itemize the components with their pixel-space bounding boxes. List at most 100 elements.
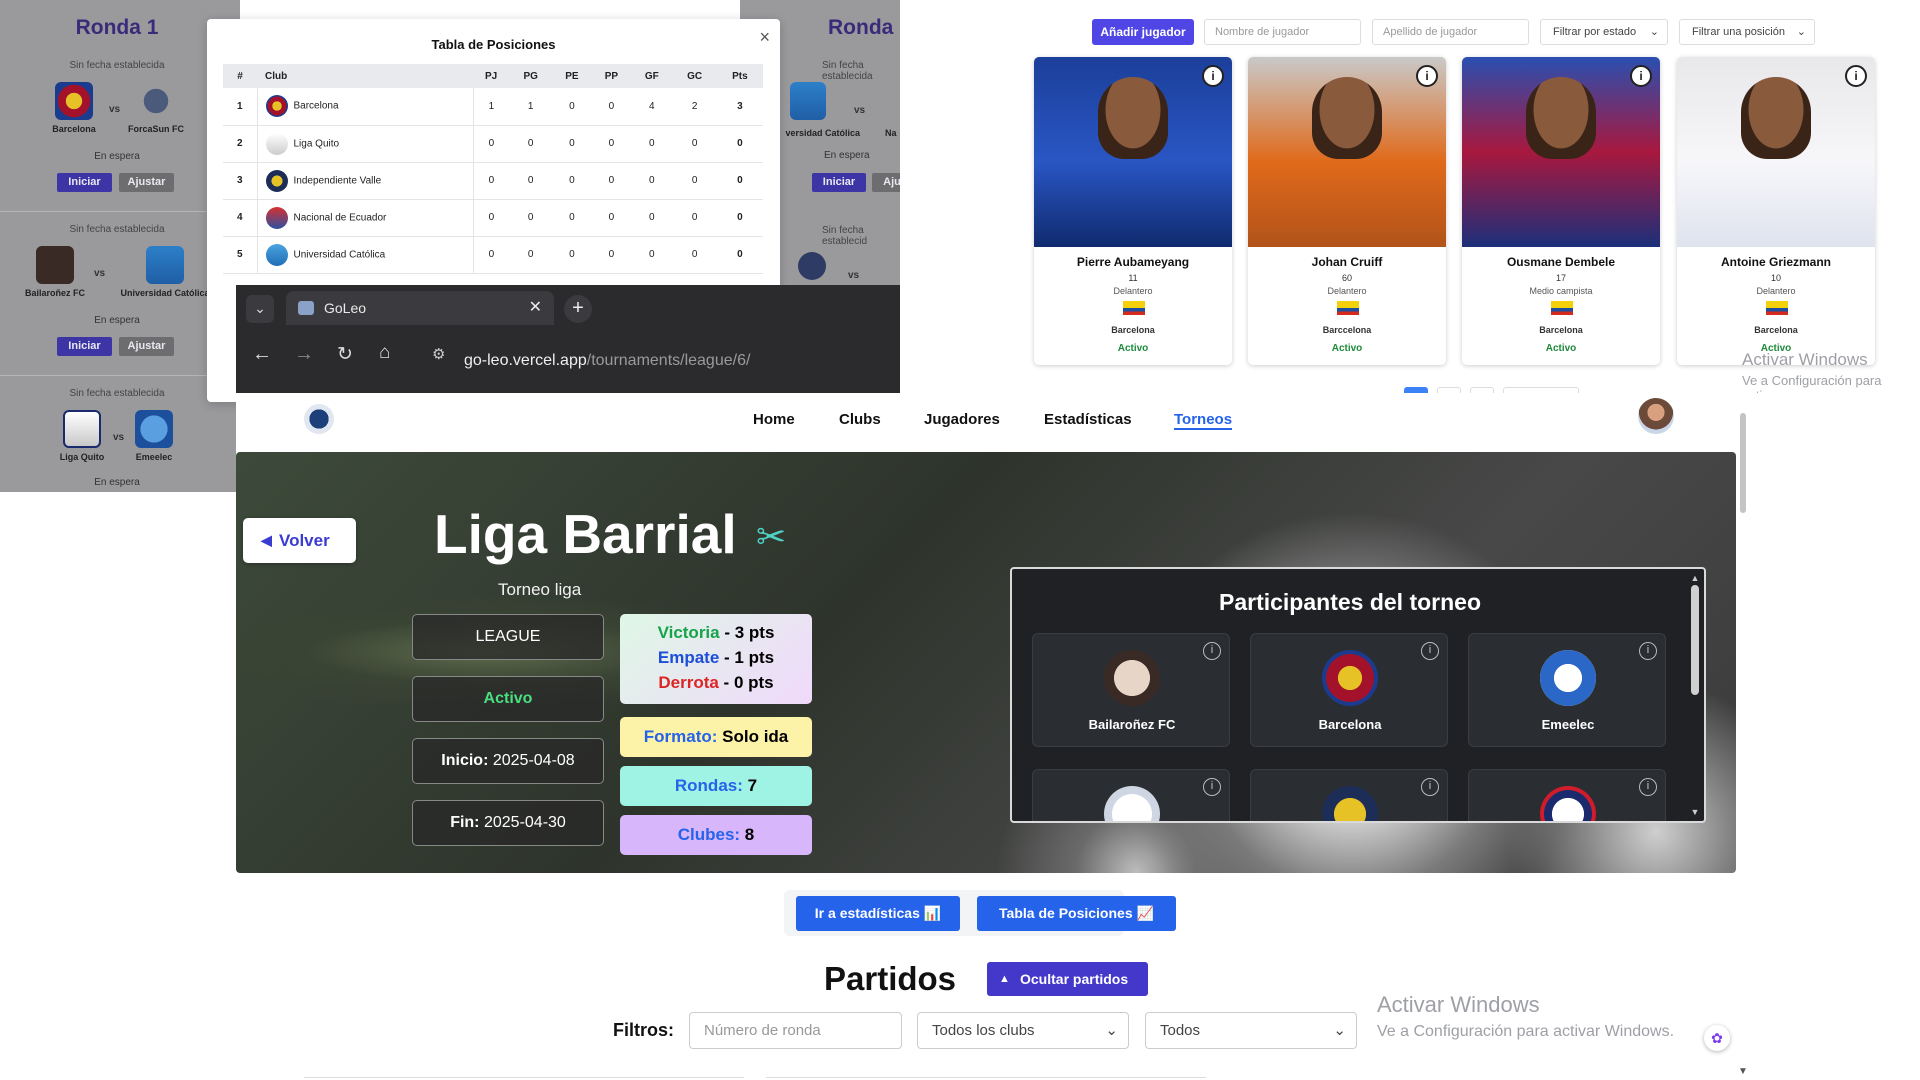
clubs-filter-select[interactable]: Todos los clubs ⌄ [917, 1012, 1129, 1049]
table-row: 2 Liga Quito 0 0 0 0 0 0 0 [223, 125, 763, 163]
pj-cell: 1 [473, 88, 510, 126]
scroll-down-icon[interactable]: ▼ [1690, 807, 1700, 817]
round-number-input[interactable]: Número de ronda [689, 1012, 902, 1049]
position-filter-select[interactable]: Filtrar una posición ⌄ [1679, 19, 1815, 45]
participant-card[interactable]: i Emeelec [1468, 633, 1666, 747]
players-panel: Añadir jugador Nombre de jugador Apellid… [900, 0, 1920, 414]
nav-clubs[interactable]: Clubs [839, 411, 881, 428]
nav-estadisticas[interactable]: Estadísticas [1044, 411, 1132, 428]
participant-card[interactable]: i [1468, 769, 1666, 821]
universidad-catolica-crest-icon [790, 82, 826, 120]
player-card[interactable]: i Antoine Griezmann 10 Delantero Barcelona Ac… [1677, 57, 1875, 365]
participant-card[interactable]: i Barcelona [1250, 633, 1448, 747]
points-chip: Victoria - 3 pts Empate - 1 pts Derrota … [620, 614, 812, 704]
info-icon[interactable]: i [1202, 65, 1224, 87]
user-avatar[interactable] [1638, 398, 1674, 434]
participants-panel: Participantes del torneo i Bailaroñez FC i… [1010, 567, 1706, 823]
points-loss: Derrota - 0 pts [620, 670, 812, 695]
close-tab-icon[interactable]: ✕ [529, 291, 542, 325]
ecuador-flag-icon [1123, 301, 1145, 315]
standings-button[interactable]: Tabla de Posiciones 📈 [977, 896, 1176, 931]
pts-cell: 0 [716, 125, 763, 163]
player-status: Activo [1331, 343, 1363, 354]
pj-cell: 0 [473, 125, 510, 163]
new-tab-icon[interactable]: + [564, 295, 592, 323]
goleo-logo-icon[interactable] [304, 404, 334, 434]
forward-arrow-icon[interactable]: → [294, 343, 314, 366]
back-button[interactable]: ◀ Volver [243, 518, 356, 563]
first-name-input[interactable]: Nombre de jugador [1204, 19, 1361, 45]
add-player-button[interactable]: Añadir jugador [1092, 19, 1194, 45]
col-pe: PE [552, 64, 592, 88]
app-page: Home Clubs Jugadores Estadísticas Torneo… [236, 393, 1920, 1080]
start-match-button[interactable]: Iniciar [57, 337, 112, 356]
back-arrow-icon[interactable]: ← [252, 343, 272, 366]
scroll-down-icon[interactable]: ▼ [1738, 1066, 1748, 1077]
nav-jugadores[interactable]: Jugadores [924, 411, 1000, 428]
url-path: /tournaments/league/6/ [586, 352, 751, 369]
club-name: Nacional de Ecuador [293, 212, 387, 224]
player-card[interactable]: i Pierre Aubameyang 11 Delantero Barcelona Ac… [1034, 57, 1232, 365]
nav-torneos[interactable]: Torneos [1174, 411, 1233, 430]
info-icon[interactable]: i [1639, 778, 1657, 796]
last-name-input[interactable]: Apellido de jugador [1372, 19, 1529, 45]
col-club: Club [257, 64, 473, 88]
hide-matches-button[interactable]: ▲ Ocultar partidos [987, 962, 1148, 996]
loss-points: 0 pts [733, 673, 774, 692]
matches-title: Partidos [824, 960, 957, 997]
stats-button[interactable]: Ir a estadísticas 📊 [796, 896, 960, 931]
pe-cell: 0 [552, 236, 592, 274]
participant-card[interactable]: i [1250, 769, 1448, 821]
info-icon[interactable]: i [1845, 65, 1867, 87]
info-icon[interactable]: i [1203, 778, 1221, 796]
status-filter-select[interactable]: Filtrar por estado ⌄ [1540, 19, 1668, 45]
info-icon[interactable]: i [1421, 642, 1439, 660]
page-scrollbar[interactable] [1740, 413, 1746, 513]
club-crest-icon [1540, 650, 1596, 706]
participant-card[interactable]: i Bailaroñez FC [1032, 633, 1230, 747]
scroll-up-icon[interactable]: ▲ [1690, 573, 1700, 583]
participants-scrollbar[interactable]: ▲ ▼ [1690, 573, 1700, 817]
home-team-name: Liga Quito [59, 452, 105, 462]
status-filter-value: Todos [1160, 1022, 1201, 1039]
edit-tools-icon[interactable]: ✂ [756, 516, 786, 558]
home-team: Bailaroñez FC [10, 246, 100, 298]
player-card[interactable]: i Ousmane Dembele 17 Medio campista Barcelon… [1462, 57, 1660, 365]
participant-card[interactable]: i [1032, 769, 1230, 821]
windows-watermark-sub: Ve a Configuración para activar Windows. [1377, 1023, 1675, 1040]
nav-home[interactable]: Home [753, 411, 795, 428]
club-crest-icon [265, 169, 288, 192]
windows-watermark-title: Activar Windows [1377, 992, 1540, 1017]
close-icon[interactable]: × [759, 27, 770, 48]
info-icon[interactable]: i [1421, 778, 1439, 796]
player-position: Delantero [1327, 286, 1367, 296]
status-filter-select[interactable]: Todos ⌄ [1145, 1012, 1357, 1049]
reload-icon[interactable]: ↻ [337, 343, 353, 366]
site-settings-icon[interactable]: ⚙ [432, 345, 445, 363]
scroll-thumb[interactable] [1691, 585, 1699, 695]
info-icon[interactable]: i [1203, 642, 1221, 660]
adjust-match-button[interactable]: Ajustar [119, 337, 174, 356]
club-name: Liga Quito [293, 138, 340, 150]
info-icon[interactable]: i [1416, 65, 1438, 87]
home-icon[interactable]: ⌂ [379, 342, 390, 364]
end-date: 2025-04-30 [483, 814, 566, 831]
adjust-match-button[interactable]: Aju [872, 173, 900, 192]
pe-cell: 0 [552, 88, 592, 126]
address-bar[interactable]: go-leo.vercel.app/tournaments/league/6/ [464, 343, 934, 379]
assistant-icon[interactable]: ✿ [1704, 1025, 1730, 1051]
info-icon[interactable]: i [1639, 642, 1657, 660]
adjust-match-button[interactable]: Ajustar [119, 173, 174, 192]
col-pp: PP [591, 64, 632, 88]
start-match-button[interactable]: Iniciar [57, 173, 112, 192]
browser-tab[interactable]: GoLeo ✕ [286, 291, 554, 325]
player-card[interactable]: i Johan Cruiff 60 Delantero Barccelona Activo [1248, 57, 1446, 365]
tab-search-icon[interactable]: ⌄ [246, 295, 274, 323]
start-match-button[interactable]: Iniciar [812, 173, 866, 192]
club-name: Universidad Católica [293, 249, 386, 261]
info-icon[interactable]: i [1630, 65, 1652, 87]
player-position: Delantero [1113, 286, 1153, 296]
player-position: Medio campista [1529, 286, 1593, 296]
home-team-name: Bailaroñez FC [24, 288, 85, 298]
club-cell: Independiente Valle [256, 162, 474, 200]
